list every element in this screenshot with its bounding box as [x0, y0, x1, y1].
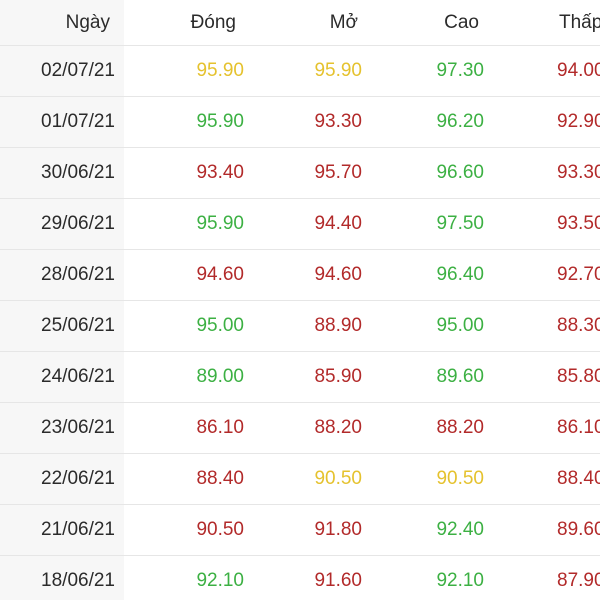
cell-open: 88.20: [314, 417, 362, 438]
table-row[interactable]: 01/07/21 95.90 93.30 96.20 92.90: [0, 97, 600, 148]
cell-low: 86.10: [557, 417, 600, 438]
cell-low: 89.60: [557, 519, 600, 540]
cell-close: 89.00: [196, 366, 244, 387]
cell-low: 92.90: [557, 111, 600, 132]
table-body: 02/07/21 95.90 95.90 97.30 94.00 01/07/21 95.9…: [0, 46, 600, 600]
header-date[interactable]: Ngày: [0, 0, 124, 45]
cell-high: 88.20: [436, 417, 484, 438]
cell-open: 91.80: [314, 519, 362, 540]
cell-date: 23/06/21: [0, 403, 124, 453]
cell-low: 88.40: [557, 468, 600, 489]
price-history-table: Ngày Đóng Mở Cao Thấp 02/07/21 95.90 95.90…: [0, 0, 600, 600]
cell-high: 92.10: [436, 570, 484, 591]
cell-date: 01/07/21: [0, 97, 124, 147]
header-open[interactable]: Mở: [248, 0, 370, 45]
cell-high: 96.40: [436, 264, 484, 285]
cell-close: 92.10: [196, 570, 244, 591]
cell-open: 91.60: [314, 570, 362, 591]
table-row[interactable]: 28/06/21 94.60 94.60 96.40 92.70: [0, 250, 600, 301]
table-row[interactable]: 21/06/21 90.50 91.80 92.40 89.60: [0, 505, 600, 556]
cell-date: 02/07/21: [0, 46, 124, 96]
cell-low: 92.70: [557, 264, 600, 285]
cell-high: 95.00: [436, 315, 484, 336]
cell-high: 89.60: [436, 366, 484, 387]
cell-open: 95.90: [314, 60, 362, 81]
cell-close: 88.40: [196, 468, 244, 489]
cell-high: 90.50: [436, 468, 484, 489]
table-row[interactable]: 02/07/21 95.90 95.90 97.30 94.00: [0, 46, 600, 97]
cell-date: 18/06/21: [0, 556, 124, 600]
cell-close: 95.90: [196, 213, 244, 234]
cell-date: 21/06/21: [0, 505, 124, 555]
cell-high: 97.30: [436, 60, 484, 81]
cell-open: 94.40: [314, 213, 362, 234]
cell-high: 97.50: [436, 213, 484, 234]
header-low[interactable]: Thấp: [493, 0, 600, 45]
cell-low: 87.90: [557, 570, 600, 591]
cell-close: 93.40: [196, 162, 244, 183]
cell-high: 96.60: [436, 162, 484, 183]
cell-high: 92.40: [436, 519, 484, 540]
cell-open: 94.60: [314, 264, 362, 285]
cell-date: 29/06/21: [0, 199, 124, 249]
table-row[interactable]: 23/06/21 86.10 88.20 88.20 86.10: [0, 403, 600, 454]
cell-open: 93.30: [314, 111, 362, 132]
table-header: Ngày Đóng Mở Cao Thấp: [0, 0, 600, 46]
cell-date: 25/06/21: [0, 301, 124, 351]
cell-date: 24/06/21: [0, 352, 124, 402]
cell-date: 22/06/21: [0, 454, 124, 504]
cell-low: 93.50: [557, 213, 600, 234]
cell-low: 94.00: [557, 60, 600, 81]
cell-open: 88.90: [314, 315, 362, 336]
table-row[interactable]: 24/06/21 89.00 85.90 89.60 85.80: [0, 352, 600, 403]
cell-date: 30/06/21: [0, 148, 124, 198]
table-row[interactable]: 18/06/21 92.10 91.60 92.10 87.90: [0, 556, 600, 600]
cell-close: 95.90: [196, 60, 244, 81]
cell-low: 93.30: [557, 162, 600, 183]
table-row[interactable]: 22/06/21 88.40 90.50 90.50 88.40: [0, 454, 600, 505]
table-row[interactable]: 29/06/21 95.90 94.40 97.50 93.50: [0, 199, 600, 250]
cell-low: 88.30: [557, 315, 600, 336]
cell-close: 94.60: [196, 264, 244, 285]
cell-close: 95.00: [196, 315, 244, 336]
header-close[interactable]: Đóng: [124, 0, 248, 45]
table-row[interactable]: 25/06/21 95.00 88.90 95.00 88.30: [0, 301, 600, 352]
header-high[interactable]: Cao: [370, 0, 493, 45]
cell-open: 85.90: [314, 366, 362, 387]
table-row[interactable]: 30/06/21 93.40 95.70 96.60 93.30: [0, 148, 600, 199]
cell-open: 90.50: [314, 468, 362, 489]
cell-date: 28/06/21: [0, 250, 124, 300]
cell-close: 95.90: [196, 111, 244, 132]
cell-low: 85.80: [557, 366, 600, 387]
cell-close: 90.50: [196, 519, 244, 540]
cell-open: 95.70: [314, 162, 362, 183]
cell-high: 96.20: [436, 111, 484, 132]
cell-close: 86.10: [196, 417, 244, 438]
